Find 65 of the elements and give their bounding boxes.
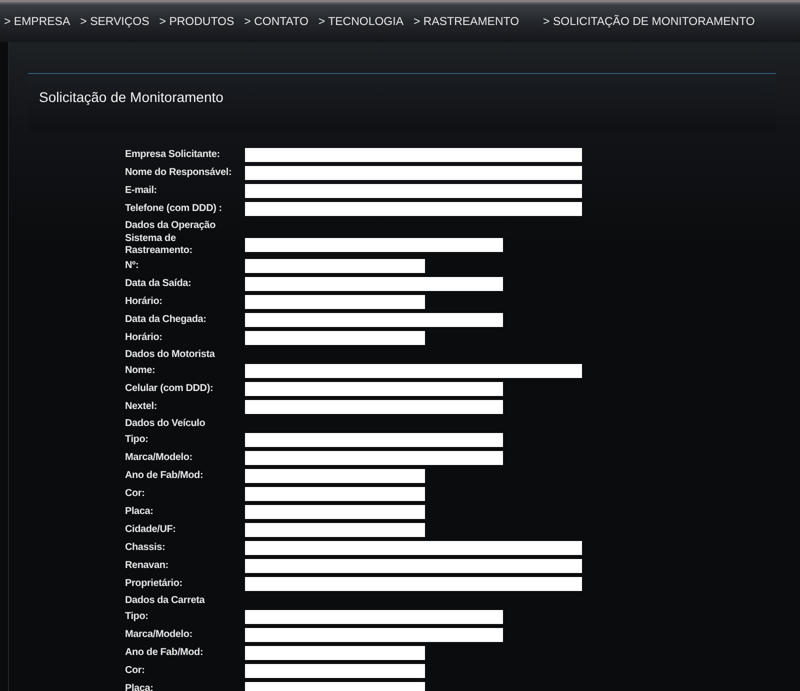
field-label: Telefone (com DDD) :: [125, 203, 223, 215]
field-label: Nome:: [125, 365, 156, 377]
field-label: Nº:: [125, 260, 140, 272]
page-title: Solicitação de Monitoramento: [39, 89, 224, 105]
input-field[interactable]: [245, 277, 503, 291]
field-label: Data da Saída:: [125, 278, 192, 290]
input-field[interactable]: [245, 559, 582, 573]
input-field[interactable]: [245, 628, 503, 642]
section-heading: Dados da Carreta: [125, 594, 205, 606]
input-field[interactable]: [245, 451, 503, 465]
field-label: Horário:: [125, 296, 164, 308]
field-label: Empresa Solicitante:: [125, 149, 221, 161]
nav-link[interactable]: > SOLICITAÇÃO DE MONITORAMENTO: [543, 16, 755, 28]
field-label: Proprietário:: [125, 578, 184, 590]
input-field[interactable]: [245, 364, 582, 378]
nav-link[interactable]: > CONTATO: [244, 16, 308, 28]
input-field[interactable]: [245, 505, 425, 519]
field-label: Renavan:: [125, 560, 170, 572]
input-field[interactable]: [245, 259, 425, 273]
input-field[interactable]: [245, 523, 425, 537]
input-field[interactable]: [245, 664, 425, 678]
input-field[interactable]: [245, 202, 582, 216]
input-field[interactable]: [245, 331, 425, 345]
input-field[interactable]: [245, 166, 582, 180]
field-label: Placa:: [125, 506, 154, 518]
field-label: Cor:: [125, 665, 146, 677]
field-label: Nextel:: [125, 401, 158, 413]
input-field[interactable]: [245, 382, 503, 396]
input-field[interactable]: [245, 238, 503, 252]
input-field[interactable]: [245, 469, 425, 483]
section-heading: Dados do Motorista: [125, 348, 215, 360]
field-label: Marca/Modelo:: [125, 452, 194, 464]
field-label: Cidade/UF:: [125, 524, 177, 536]
field-label: Tipo:: [125, 611, 150, 623]
input-field[interactable]: [245, 610, 503, 624]
input-field[interactable]: [245, 646, 425, 660]
section-heading: Dados do Veículo: [125, 418, 206, 430]
input-field[interactable]: [245, 433, 503, 447]
section-heading: Dados da Operação: [125, 220, 216, 232]
field-label: E-mail:: [125, 185, 158, 197]
input-field[interactable]: [245, 577, 582, 591]
nav-link[interactable]: > TECNOLOGIA: [318, 16, 404, 28]
nav-link[interactable]: > PRODUTOS: [159, 16, 234, 28]
field-label: Data da Chegada:: [125, 314, 208, 326]
field-label: Ano de Fab/Mod:: [125, 647, 204, 659]
field-label: Placa:: [125, 683, 154, 691]
field-label: Cor:: [125, 488, 146, 500]
field-label: Marca/Modelo:: [125, 629, 194, 641]
field-label: Celular (com DDD):: [125, 383, 214, 395]
nav-link[interactable]: > EMPRESA: [4, 16, 70, 28]
input-field[interactable]: [245, 541, 582, 555]
nav-link[interactable]: > SERVIÇOS: [80, 16, 150, 28]
field-label: Chassis:: [125, 542, 166, 554]
nav-link[interactable]: > RASTREAMENTO: [414, 16, 520, 28]
field-label: Sistema de Rastreamento:: [125, 233, 194, 257]
input-field[interactable]: [245, 184, 582, 198]
field-label: Ano de Fab/Mod:: [125, 470, 204, 482]
input-field[interactable]: [245, 295, 425, 309]
input-field[interactable]: [245, 400, 503, 414]
input-field[interactable]: [245, 313, 503, 327]
input-field[interactable]: [245, 148, 582, 162]
field-label: Nome do Responsável:: [125, 167, 233, 179]
field-label: Horário:: [125, 332, 164, 344]
field-label: Tipo:: [125, 434, 150, 446]
input-field[interactable]: [245, 487, 425, 501]
